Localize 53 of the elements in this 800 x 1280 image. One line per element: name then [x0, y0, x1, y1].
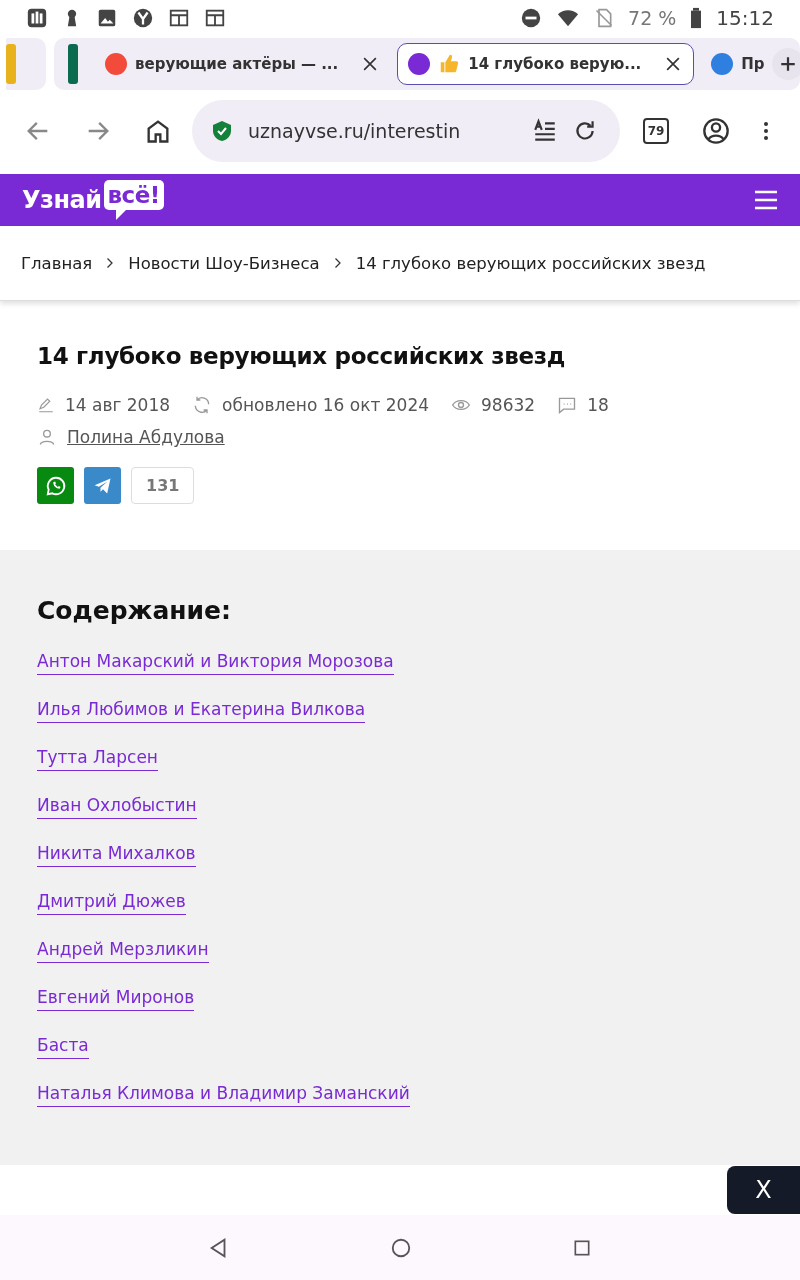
contents-link[interactable]: Баста: [37, 1033, 89, 1059]
clock: 15:12: [716, 6, 774, 30]
browser-tab[interactable]: Пр: [700, 43, 766, 85]
pencil-icon: [37, 396, 55, 414]
browser-icon: [132, 7, 154, 29]
battery-icon: [690, 7, 703, 29]
menu-icon[interactable]: [752, 188, 780, 212]
notification-icon: [26, 7, 48, 29]
thumbs-up-icon: [438, 53, 461, 75]
publish-date: 14 авг 2018: [65, 395, 171, 415]
contents-link[interactable]: Илья Любимов и Екатерина Вилкова: [37, 697, 366, 723]
update-date: обновлено 16 окт 2024: [222, 395, 430, 415]
do-not-disturb-icon: [520, 7, 543, 29]
author-link[interactable]: Полина Абдулова: [67, 427, 225, 447]
contents-link[interactable]: Евгений Миронов: [37, 985, 195, 1011]
news-icon: [204, 7, 226, 29]
contents-heading: Содержание:: [37, 596, 232, 625]
browser-tab[interactable]: 14 глубоко верую...: [397, 43, 695, 85]
shield-check-icon: [210, 119, 234, 143]
share-count: 131: [131, 467, 195, 504]
contents-link[interactable]: Дмитрий Дюжев: [37, 889, 186, 915]
text-size-icon[interactable]: [532, 118, 558, 144]
telegram-share-button[interactable]: [84, 467, 121, 504]
tab-count-button[interactable]: 79: [643, 118, 669, 144]
battery-level: 72 %: [628, 7, 677, 29]
ad-close-button[interactable]: X: [727, 1166, 800, 1214]
contents-link[interactable]: Наталья Климова и Владимир Заманский: [37, 1081, 410, 1107]
breadcrumb-link[interactable]: Главная: [21, 253, 93, 273]
browser-tab[interactable]: верующие актёры — ...: [94, 43, 392, 85]
url-text: uznayvse.ru/interestin: [248, 120, 462, 142]
article-title: 14 глубоко верующих российских звезд: [37, 343, 567, 369]
new-tab-button[interactable]: [771, 48, 800, 80]
contents-link[interactable]: Никита Михалков: [37, 841, 196, 867]
no-sim-icon: [594, 7, 615, 29]
plus-icon: [778, 55, 797, 73]
person-icon: [37, 427, 57, 447]
home-circle-icon[interactable]: [390, 1236, 412, 1259]
account-icon[interactable]: [702, 117, 730, 145]
contents-link[interactable]: Антон Макарский и Виктория Морозова: [37, 649, 394, 675]
contents-link[interactable]: Тутта Ларсен: [37, 745, 158, 771]
comment-icon: [557, 395, 578, 415]
image-icon: [96, 7, 118, 29]
whatsapp-share-button[interactable]: [37, 467, 74, 504]
contents-link[interactable]: Иван Охлобыстин: [37, 793, 197, 819]
comment-count: 18: [587, 395, 609, 415]
chat-phone-icon: [44, 474, 67, 497]
contents-link[interactable]: Андрей Мерзликин: [37, 937, 209, 963]
view-count: 98632: [481, 395, 536, 415]
news-icon: [168, 7, 190, 29]
site-logo[interactable]: Узнай всё!: [22, 180, 164, 220]
address-bar[interactable]: uznayvse.ru/interestin: [192, 100, 620, 162]
wifi-icon: [556, 7, 581, 29]
breadcrumb-link[interactable]: Новости Шоу-Бизнеса: [128, 253, 320, 273]
